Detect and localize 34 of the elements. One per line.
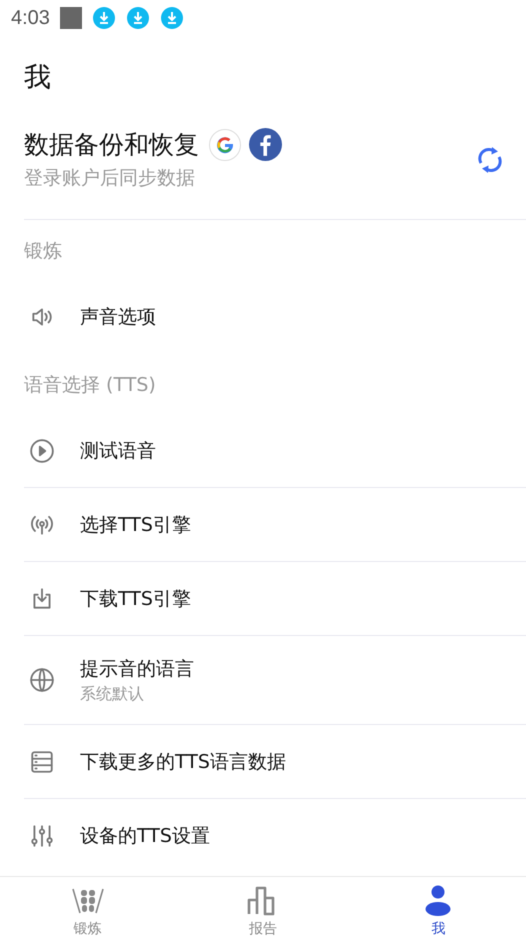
facebook-f-icon[interactable] [249, 128, 282, 161]
row-label: 测试语音 [80, 438, 156, 464]
row-label: 下载更多的TTS语言数据 [80, 750, 286, 774]
settings-row[interactable]: 下载更多的TTS语言数据 [24, 725, 526, 799]
download-notification-icon [126, 6, 150, 30]
row-label: 下载TTS引擎 [80, 586, 191, 612]
row-label: 声音选项 [80, 305, 156, 330]
backup-title: 数据备份和恢复 [24, 129, 199, 161]
download-notification-icon [160, 6, 184, 30]
settings-row[interactable]: 声音选项 [24, 280, 526, 354]
row-label: 选择TTS引擎 [80, 512, 191, 538]
section-header: 语音选择 (TTS) [23, 373, 157, 398]
settings-row[interactable]: 设备的TTS设置 [24, 799, 526, 873]
backup-subtitle: 登录账户后同步数据 [24, 166, 196, 191]
nav-tab[interactable]: 锻炼 [0, 877, 176, 946]
row-sublabel: 系统默认 [80, 684, 145, 704]
settings-row[interactable]: 选择TTS引擎 [24, 488, 526, 562]
notification-square-icon [60, 7, 82, 29]
row-label: 设备的TTS设置 [80, 824, 210, 849]
sliders-icon [29, 823, 55, 849]
google-g-icon[interactable] [209, 128, 241, 160]
status-time: 4:03 [11, 6, 50, 30]
settings-row[interactable]: 下载TTS引擎 [24, 562, 526, 636]
row-label: 提示音的语言 [80, 656, 194, 682]
section-header: 锻炼 [23, 239, 63, 264]
page-title: 我 [23, 61, 52, 95]
settings-row[interactable]: 测试语音 [24, 414, 526, 488]
download-notification-icon [92, 6, 116, 30]
storage-icon [29, 748, 55, 774]
play-icon [29, 438, 55, 464]
globe-icon [29, 667, 55, 693]
nav-tab[interactable]: 我 [350, 877, 526, 946]
nav-tab[interactable]: 报告 [175, 877, 351, 946]
settings-row[interactable]: 提示音的语言 系统默认 [24, 636, 526, 725]
